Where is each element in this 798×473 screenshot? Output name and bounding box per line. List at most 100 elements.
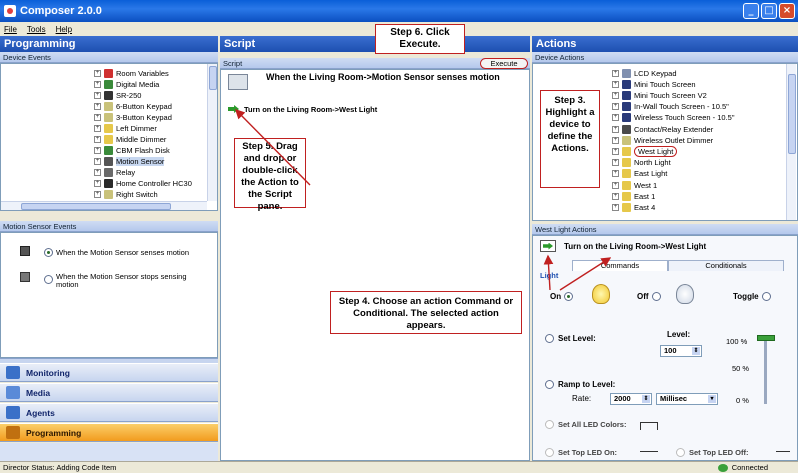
- script-pane[interactable]: [220, 69, 530, 461]
- device-tree-item[interactable]: + Home Controller HC30: [94, 178, 192, 188]
- menu-tools[interactable]: Tools: [27, 25, 46, 34]
- device-tree-item[interactable]: + CBM Flash Disk: [94, 145, 170, 155]
- actions-tree-scrollbar[interactable]: [786, 64, 796, 220]
- device-action-tree-item[interactable]: + Wireless Touch Screen - 10.5": [612, 113, 735, 123]
- expand-icon[interactable]: +: [612, 114, 619, 122]
- device-action-tree-item[interactable]: + East 1: [612, 191, 655, 201]
- set-level-radio[interactable]: [545, 334, 554, 343]
- expand-icon[interactable]: +: [94, 91, 101, 99]
- device-tree-hscrollbar[interactable]: [1, 201, 207, 210]
- device-action-tree-item[interactable]: + LCD Keypad: [612, 68, 677, 78]
- level-input[interactable]: 100 ⇕: [660, 345, 702, 357]
- expand-icon[interactable]: +: [612, 136, 619, 144]
- rate-unit-select[interactable]: Millisec ▾: [656, 393, 718, 405]
- device-action-tree-item[interactable]: + East Light: [612, 169, 667, 179]
- tab-conditionals[interactable]: Conditionals: [668, 260, 784, 271]
- expand-icon[interactable]: +: [94, 190, 101, 198]
- script-action-line[interactable]: Turn on the Living Room->West Light: [228, 104, 377, 114]
- expand-icon[interactable]: +: [94, 168, 101, 176]
- expand-icon[interactable]: +: [612, 203, 619, 211]
- set-level-option[interactable]: Set Level:: [545, 334, 596, 343]
- device-tree-scrollbar[interactable]: [207, 64, 217, 201]
- expand-icon[interactable]: +: [612, 125, 619, 133]
- menu-file[interactable]: File: [4, 25, 17, 34]
- device-action-tree-item[interactable]: + Contact/Relay Extender: [612, 124, 713, 134]
- device-action-tree-item[interactable]: + West 1: [612, 180, 657, 190]
- expand-icon[interactable]: +: [94, 179, 101, 187]
- nav-media-button[interactable]: Media: [0, 383, 218, 402]
- top-led-off-radio[interactable]: [676, 448, 685, 457]
- expand-icon[interactable]: +: [612, 159, 619, 167]
- execute-button[interactable]: Execute: [480, 58, 528, 69]
- expand-icon[interactable]: +: [612, 192, 619, 200]
- device-action-tree-item[interactable]: + North Light: [612, 158, 671, 168]
- expand-icon[interactable]: +: [612, 170, 619, 178]
- device-tree-item[interactable]: +3-Button Keypad: [94, 112, 172, 122]
- top-led-off-swatch[interactable]: [776, 451, 790, 459]
- on-option[interactable]: On: [550, 292, 574, 301]
- device-action-tree-item[interactable]: + Mini Touch Screen: [612, 79, 696, 89]
- device-action-tree-item[interactable]: + In-Wall Touch Screen - 10.5": [612, 102, 729, 112]
- nav-monitoring-button[interactable]: Monitoring: [0, 363, 218, 382]
- event-row-senses[interactable]: When the Motion Sensor senses motion: [20, 246, 210, 258]
- selected-action[interactable]: Turn on the Living Room->West Light: [540, 240, 706, 252]
- minimize-button[interactable]: _: [743, 3, 759, 19]
- maximize-button[interactable]: □: [761, 3, 777, 19]
- expand-icon[interactable]: +: [94, 135, 101, 143]
- led-colors-option[interactable]: Set All LED Colors:: [545, 420, 626, 429]
- level-slider-thumb[interactable]: [757, 335, 775, 341]
- device-action-tree-item[interactable]: + Mini Touch Screen V2: [612, 90, 707, 100]
- expand-icon[interactable]: +: [94, 146, 101, 154]
- expand-icon[interactable]: +: [612, 147, 619, 155]
- led-colors-swatch[interactable]: [640, 422, 658, 430]
- expand-icon[interactable]: +: [94, 69, 101, 77]
- spinner-arrows-icon[interactable]: ⇕: [692, 347, 700, 355]
- device-tree-item[interactable]: + SR-250: [94, 90, 141, 100]
- device-action-tree-item[interactable]: + West Light: [612, 145, 678, 157]
- expand-icon[interactable]: +: [94, 124, 101, 132]
- device-tree-item[interactable]: + Room Variables: [94, 68, 169, 78]
- event-radio-senses[interactable]: [44, 248, 53, 257]
- toggle-radio[interactable]: [761, 292, 771, 301]
- expand-icon[interactable]: +: [612, 181, 619, 189]
- expand-icon[interactable]: +: [94, 102, 101, 110]
- ramp-radio[interactable]: [545, 380, 554, 389]
- expand-icon[interactable]: +: [94, 80, 101, 88]
- device-tree-item[interactable]: + Right Switch: [94, 189, 158, 199]
- nav-agents-button[interactable]: Agents: [0, 403, 218, 422]
- expand-icon[interactable]: +: [612, 80, 619, 88]
- ramp-option[interactable]: Ramp to Level:: [545, 380, 615, 389]
- nav-programming-button[interactable]: Programming: [0, 423, 218, 442]
- expand-icon[interactable]: +: [612, 91, 619, 99]
- device-tree-item[interactable]: + Digital Media: [94, 79, 159, 89]
- close-button[interactable]: ×: [779, 3, 795, 19]
- expand-icon[interactable]: +: [612, 103, 619, 111]
- chevron-down-icon[interactable]: ▾: [708, 395, 716, 403]
- expand-icon[interactable]: +: [612, 69, 619, 77]
- toggle-option[interactable]: Toggle: [733, 292, 771, 301]
- top-led-off-option[interactable]: Set Top LED Off:: [676, 448, 748, 457]
- led-colors-radio[interactable]: [545, 420, 554, 429]
- top-led-on-option[interactable]: Set Top LED On:: [545, 448, 617, 457]
- top-led-on-radio[interactable]: [545, 448, 554, 457]
- event-row-stops[interactable]: When the Motion Sensor stops sensing mot…: [20, 270, 210, 292]
- off-radio[interactable]: [651, 292, 661, 301]
- device-action-tree-item[interactable]: + East 4: [612, 202, 655, 212]
- device-tree-item[interactable]: + Relay: [94, 167, 135, 177]
- event-radio-stops[interactable]: [44, 275, 53, 284]
- expand-icon[interactable]: +: [94, 157, 101, 165]
- expand-icon[interactable]: +: [94, 113, 101, 121]
- device-tree-item[interactable]: + Motion Sensor: [94, 156, 165, 166]
- rate-input[interactable]: 2000 ⇕: [610, 393, 652, 405]
- device-tree-item[interactable]: +6-Button Keypad: [94, 101, 172, 111]
- tab-commands[interactable]: Commands: [572, 260, 668, 271]
- device-action-tree-item[interactable]: + Wireless Outlet Dimmer: [612, 135, 713, 145]
- spinner-arrows-icon[interactable]: ⇕: [642, 395, 650, 403]
- device-tree-item[interactable]: + Middle Dimmer: [94, 134, 166, 144]
- level-slider-track[interactable]: [764, 336, 767, 404]
- device-tree-item[interactable]: + Left Dimmer: [94, 123, 157, 133]
- menu-help[interactable]: Help: [56, 25, 72, 34]
- off-option[interactable]: Off: [637, 292, 661, 301]
- top-led-on-swatch[interactable]: [640, 451, 658, 459]
- on-radio[interactable]: [564, 292, 574, 301]
